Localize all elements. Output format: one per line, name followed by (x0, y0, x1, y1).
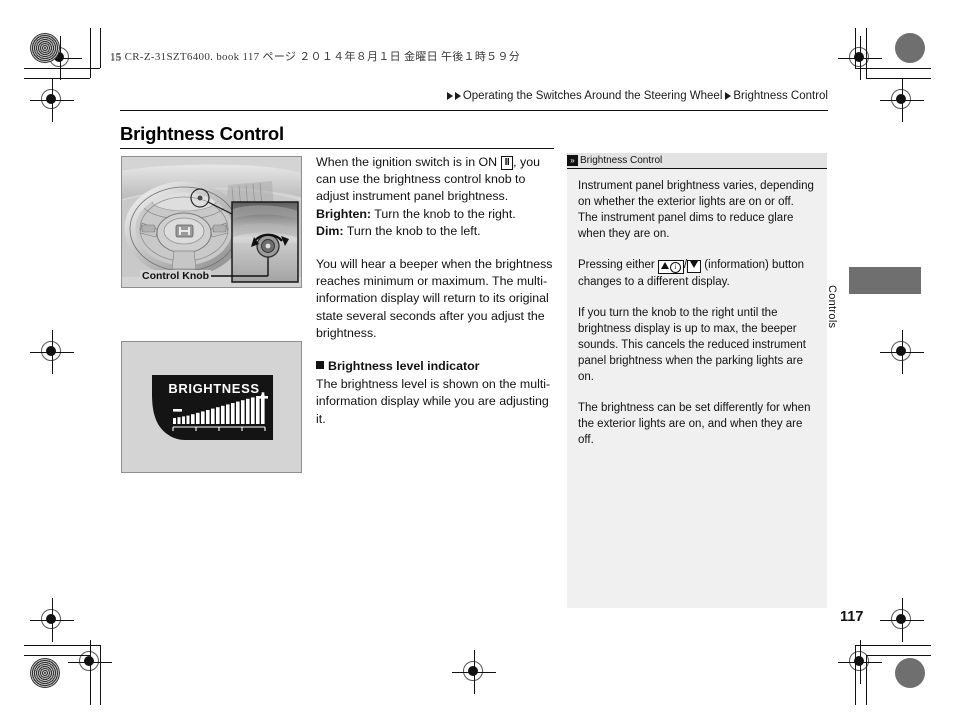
subsection-heading-brightness-level-indicator: Brightness level indicator (316, 358, 556, 375)
page-number: 117 (840, 609, 864, 625)
sidebar-paragraph-4: The brightness can be set differently fo… (578, 402, 811, 446)
crop-line (866, 28, 867, 78)
triangle-down-icon (690, 261, 699, 268)
ignition-on-icon: II (500, 156, 514, 170)
breadcrumb-current: Brightness Control (733, 90, 828, 102)
triangle-right-icon (454, 92, 461, 100)
crop-line (24, 655, 90, 656)
crop-line (855, 28, 856, 68)
brightness-level-indicator-illustration: BRIGHTNESS (122, 342, 301, 472)
crop-line (866, 655, 931, 656)
registration-mark-bottom-right (838, 640, 882, 684)
intro-text-before-icon: When the ignition switch is in ON (316, 155, 501, 169)
brighten-instruction: Brighten: Turn the knob to the right. (316, 206, 556, 223)
crop-line (855, 645, 856, 705)
chevron-double-right-icon: » (567, 155, 578, 166)
body-content: When the ignition switch is in ON II, yo… (316, 154, 556, 444)
crop-line (866, 655, 867, 705)
registration-mark-upper-left-inner (30, 78, 74, 122)
crop-line (24, 68, 100, 69)
brighten-label: Brighten: (316, 206, 372, 221)
color-patch-top-right (895, 33, 925, 63)
circled-i-icon: i (669, 262, 681, 273)
crop-line (90, 28, 91, 78)
print-file-header: 15 CR-Z-31SZT6400. book 117 ページ ２０１４年８月１… (110, 51, 521, 63)
registration-mark-bottom-left (30, 598, 74, 642)
crop-line (90, 655, 91, 705)
registration-mark-bottom-right-inner (880, 598, 924, 642)
figure-caption-control-knob: Control Knob (140, 270, 212, 282)
registration-mark-top-right (838, 36, 882, 80)
breadcrumb: Operating the Switches Around the Steeri… (446, 90, 828, 102)
sidebar-header-label: Brightness Control (580, 155, 663, 166)
sidebar-body: Instrument panel brightness varies, depe… (567, 169, 827, 448)
dim-text: Turn the knob to the left. (343, 223, 481, 238)
beeper-paragraph: You will hear a beeper when the brightne… (316, 257, 553, 340)
sidebar-paragraph-2: Pressing either i / (information) button … (578, 257, 816, 290)
press-text-before-icons: Pressing either (578, 259, 658, 271)
registration-mark-bottom-center (452, 650, 496, 694)
color-patch-bottom-right (895, 658, 925, 688)
intro-paragraph: When the ignition switch is in ON II, yo… (316, 154, 556, 206)
steering-wheel-illustration (122, 157, 301, 287)
section-tab-block (849, 267, 921, 294)
registration-mark-upper-right-inner (880, 78, 924, 122)
crop-line (24, 645, 100, 646)
figure-steering-wheel: Control Knob (121, 156, 302, 288)
triangle-right-icon (446, 92, 453, 100)
triangle-right-icon (725, 92, 732, 100)
black-square-bullet-icon (316, 361, 324, 370)
registration-mark-left-middle (30, 330, 74, 374)
header-divider (120, 110, 828, 111)
dim-instruction: Dim: Turn the knob to the left. (316, 223, 556, 240)
crop-line (866, 78, 931, 79)
brighten-text: Turn the knob to the right. (371, 206, 516, 221)
subsection-heading-text: Brightness level indicator (328, 359, 480, 374)
indicator-paragraph: The brightness level is shown on the mul… (316, 377, 551, 426)
registration-mark-right-middle (880, 330, 924, 374)
info-down-button-icon (687, 260, 702, 273)
sidebar-header: » Brightness Control (567, 153, 827, 169)
breadcrumb-parent[interactable]: Operating the Switches Around the Steeri… (463, 90, 723, 102)
figure-brightness-display: BRIGHTNESS (121, 341, 302, 473)
sidebar-note-panel: » Brightness Control Instrument panel br… (567, 153, 827, 608)
info-up-button-icon: i (657, 260, 684, 274)
page-title: Brightness Control (120, 123, 284, 144)
crop-line (855, 645, 931, 646)
manual-page: 15 15 CR-Z-31SZT6400. book 117 ページ ２０１４年… (0, 0, 954, 718)
color-patch-top-left (30, 33, 60, 63)
crop-line (100, 645, 101, 705)
section-tab-label: Controls (826, 285, 838, 329)
triangle-up-icon (660, 262, 669, 269)
title-divider (120, 148, 554, 149)
crop-line (24, 78, 90, 79)
dim-label: Dim: (316, 223, 344, 238)
color-patch-bottom-left (30, 658, 60, 688)
crop-line (100, 28, 101, 68)
svg-text:BRIGHTNESS: BRIGHTNESS (168, 381, 259, 396)
sidebar-paragraph-3: If you turn the knob to the right until … (578, 307, 806, 383)
sidebar-paragraph-1: Instrument panel brightness varies, depe… (578, 180, 814, 240)
